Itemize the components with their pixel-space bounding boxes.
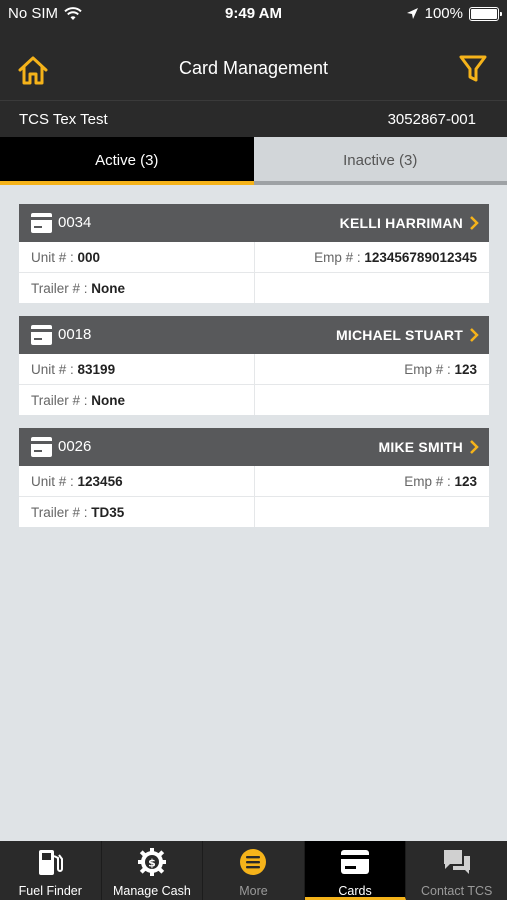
tab-cards[interactable]: Cards [304,841,407,900]
tab-label: Manage Cash [112,884,191,898]
battery-icon [469,6,502,21]
trailer-label: Trailer # : [31,505,88,520]
card-item: 0026 MIKE SMITH Unit # : 123456 Emp # : … [19,428,489,527]
unit-label: Unit # : [31,362,74,377]
status-bar: No SIM 9:49 AM 100% [0,0,507,30]
card-item: 0034 KELLI HARRIMAN Unit # : 000 Emp # :… [19,204,489,303]
emp-cell: Emp # : 123 [255,466,490,496]
trailer-cell: Trailer # : None [19,385,255,415]
bottom-tab-bar: Fuel Finder $ Manage Cash More Cards Con… [0,841,507,900]
tab-more[interactable]: More [203,841,305,900]
card-number: 0026 [58,438,92,455]
trailer-cell: Trailer # : TD35 [19,497,255,527]
chevron-right-icon [470,328,479,342]
trailer-cell: Trailer # : None [19,273,255,303]
status-right: 100% [406,5,502,22]
tab-inactive[interactable]: Inactive (3) [253,137,507,185]
emp-value: 123 [450,474,477,489]
unit-cell: Unit # : 83199 [19,354,255,384]
tab-label: More [239,884,268,898]
card-icon [341,850,370,874]
card-number: 0034 [58,214,92,231]
account-bar: TCS Tex Test 3052867-001 [0,100,507,137]
chevron-right-icon [470,440,479,454]
app-header: Card Management [0,30,507,100]
tab-active[interactable]: Active (3) [0,137,254,185]
chat-bubbles-icon [443,850,470,874]
card-list: 0034 KELLI HARRIMAN Unit # : 000 Emp # :… [19,204,489,540]
credit-card-icon [31,325,52,345]
card-details: Unit # : 123456 Emp # : 123 Trailer # : … [19,466,489,527]
card-details: Unit # : 83199 Emp # : 123 Trailer # : N… [19,354,489,415]
credit-card-icon [31,437,52,457]
unit-cell: Unit # : 000 [19,242,255,272]
empty-cell [255,273,490,303]
card-holder-name: KELLI HARRIMAN [339,215,463,231]
trailer-value: None [87,281,126,296]
emp-label: Emp # : [404,474,451,489]
card-row: Unit # : 000 Emp # : 123456789012345 [19,242,489,273]
card-header[interactable]: 0026 MIKE SMITH [19,428,489,466]
card-holder-name: MIKE SMITH [378,439,463,455]
location-arrow-icon [406,8,418,19]
tab-label: Fuel Finder [18,884,82,898]
unit-cell: Unit # : 123456 [19,466,255,496]
card-number: 0018 [58,326,92,343]
tab-fuel-finder[interactable]: Fuel Finder [0,841,102,900]
card-item: 0018 MICHAEL STUART Unit # : 83199 Emp #… [19,316,489,415]
unit-label: Unit # : [31,250,74,265]
unit-value: 000 [73,250,101,265]
account-number: 3052867-001 [387,111,476,128]
trailer-value: None [87,393,126,408]
card-header[interactable]: 0018 MICHAEL STUART [19,316,489,354]
card-details: Unit # : 000 Emp # : 123456789012345 Tra… [19,242,489,303]
filter-icon [459,55,487,82]
page-title: Card Management [178,58,329,78]
emp-label: Emp # : [314,250,361,265]
tab-manage-cash[interactable]: $ Manage Cash [102,841,204,900]
account-name: TCS Tex Test [19,111,108,128]
unit-value: 83199 [73,362,116,377]
dollar-gear-icon: $ [137,848,166,876]
emp-cell: Emp # : 123 [255,354,490,384]
trailer-label: Trailer # : [31,393,88,408]
tab-label: Cards [338,884,372,898]
empty-cell [255,385,490,415]
battery-percent: 100% [424,5,463,22]
filter-button[interactable] [459,54,489,88]
emp-label: Emp # : [404,362,451,377]
tab-contact-tcs[interactable]: Contact TCS [406,841,507,900]
card-row: Trailer # : None [19,385,489,415]
svg-text:$: $ [148,857,156,870]
menu-circle-icon [240,849,267,875]
trailer-value: TD35 [87,505,125,520]
status-tabs: Active (3) Inactive (3) [0,137,507,185]
empty-cell [255,497,490,527]
unit-label: Unit # : [31,474,74,489]
emp-cell: Emp # : 123456789012345 [255,242,490,272]
trailer-label: Trailer # : [31,281,88,296]
card-holder-name: MICHAEL STUART [336,327,463,343]
fuel-pump-icon [39,850,64,875]
card-row: Trailer # : None [19,273,489,303]
tab-label: Contact TCS [421,884,493,898]
chevron-right-icon [470,216,479,230]
card-row: Trailer # : TD35 [19,497,489,527]
emp-value: 123456789012345 [360,250,477,265]
card-header[interactable]: 0034 KELLI HARRIMAN [19,204,489,242]
unit-value: 123456 [73,474,123,489]
credit-card-icon [31,213,52,233]
card-row: Unit # : 83199 Emp # : 123 [19,354,489,385]
card-row: Unit # : 123456 Emp # : 123 [19,466,489,497]
emp-value: 123 [450,362,477,377]
